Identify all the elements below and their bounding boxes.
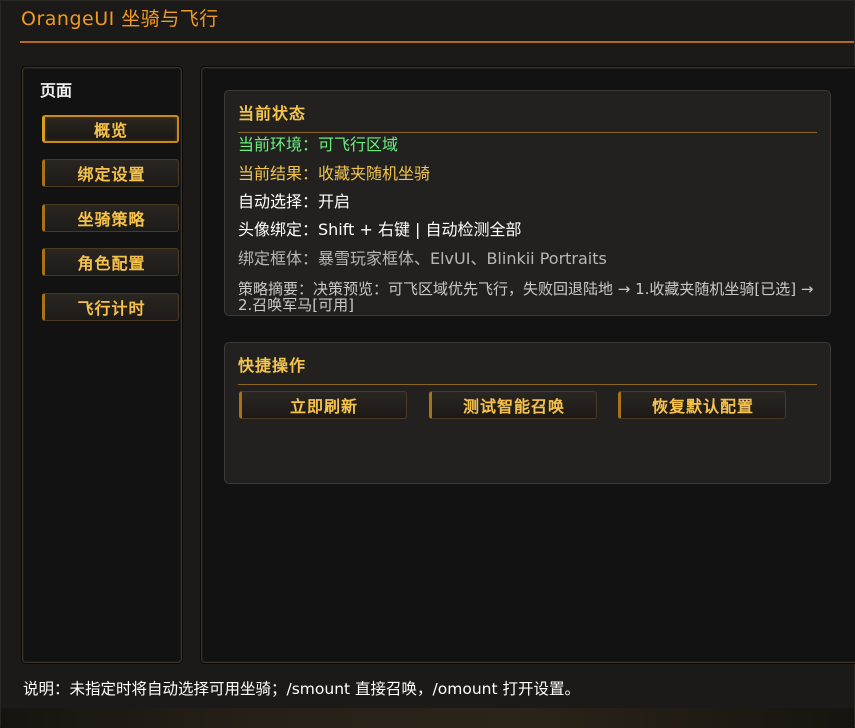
action-bar-strip: [1, 708, 854, 728]
sidebar-item-label: 飞行计时: [77, 299, 146, 318]
auto-select-text: 自动选择：开启: [238, 192, 351, 211]
strategy-summary: 策略摘要：决策预览：可飞区域优先飞行，失败回退陆地 → 1.收藏夹随机坐骑[已选…: [238, 280, 814, 314]
footer-note: 说明：未指定时将自动选择可用坐骑；/smount 直接召唤，/omount 打开…: [23, 680, 580, 698]
title-divider: [20, 41, 854, 43]
window-title: OrangeUI 坐骑与飞行: [21, 8, 219, 30]
portrait-bind-text: 头像绑定：Shift + 右键 | 自动检测全部: [238, 220, 522, 239]
actions-divider: [238, 384, 817, 385]
actions-card: 快捷操作 立即刷新 测试智能召唤 恢复默认配置: [224, 342, 831, 484]
status-card: 当前状态 当前环境：可飞行区域 当前结果：收藏夹随机坐骑 自动选择：开启 头像绑…: [224, 90, 831, 316]
refresh-button[interactable]: 立即刷新: [239, 391, 407, 419]
sidebar-item-label: 绑定设置: [77, 165, 146, 184]
test-summon-button[interactable]: 测试智能召唤: [429, 391, 597, 419]
sidebar-item-label: 角色配置: [77, 254, 146, 273]
result-text: 当前结果：收藏夹随机坐骑: [238, 164, 431, 183]
sidebar-item-label: 坐骑策略: [77, 210, 146, 229]
refresh-button-label: 立即刷新: [289, 397, 358, 416]
sidebar-title: 页面: [40, 81, 73, 100]
sidebar-item-character-config[interactable]: 角色配置: [42, 248, 179, 276]
sidebar-item-overview[interactable]: 概览: [42, 115, 179, 143]
content-panel: 当前状态 当前环境：可飞行区域 当前结果：收藏夹随机坐骑 自动选择：开启 头像绑…: [201, 67, 855, 663]
status-divider: [238, 132, 817, 133]
settings-window: OrangeUI 坐骑与飞行 页面 概览 绑定设置 坐骑策略 角色配置 飞行计时…: [0, 0, 855, 728]
test-summon-button-label: 测试智能召唤: [462, 397, 565, 416]
sidebar-item-bind-settings[interactable]: 绑定设置: [42, 159, 179, 187]
sidebar: 页面 概览 绑定设置 坐骑策略 角色配置 飞行计时: [22, 67, 182, 663]
reset-defaults-button-label: 恢复默认配置: [651, 397, 754, 416]
reset-defaults-button[interactable]: 恢复默认配置: [618, 391, 786, 419]
status-title: 当前状态: [238, 104, 307, 123]
sidebar-item-flight-timer[interactable]: 飞行计时: [42, 293, 179, 321]
sidebar-item-mount-strategy[interactable]: 坐骑策略: [42, 204, 179, 232]
bind-frames-text: 绑定框体：暴雪玩家框体、ElvUI、Blinkii Portraits: [238, 249, 607, 268]
environment-text: 当前环境：可飞行区域: [238, 135, 399, 154]
actions-title: 快捷操作: [238, 356, 307, 375]
sidebar-item-label: 概览: [93, 121, 128, 140]
